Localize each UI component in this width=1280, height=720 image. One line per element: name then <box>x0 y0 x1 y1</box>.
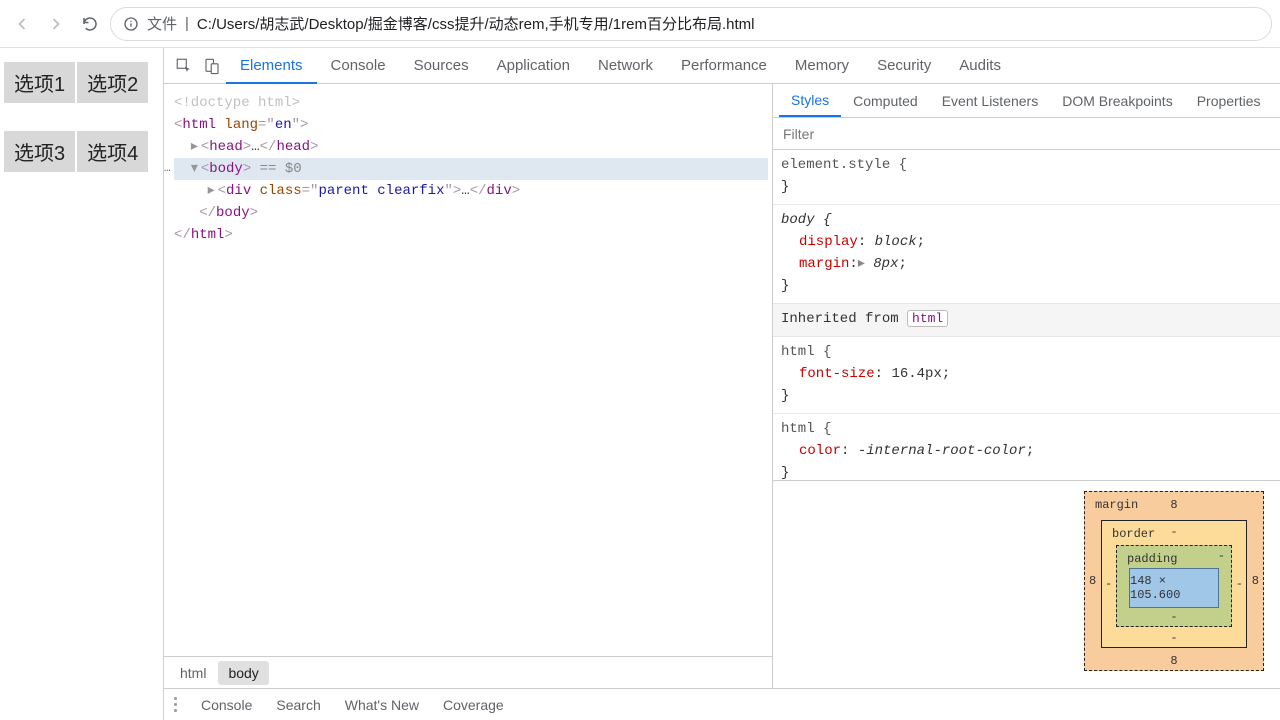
bm-margin-label: margin <box>1095 498 1138 512</box>
selector-html: html { <box>781 341 1272 363</box>
prop-value: 16.4px <box>891 366 941 382</box>
subtab-properties[interactable]: Properties <box>1185 86 1273 116</box>
box-model-pane: margin 8 8 8 8 border - - - - padding <box>773 480 1280 688</box>
drawer-tab-search[interactable]: Search <box>276 697 320 713</box>
tab-network[interactable]: Network <box>584 49 667 82</box>
browser-toolbar: 文件 | C:/Users/胡志武/Desktop/掘金博客/css提升/动态r… <box>0 0 1280 48</box>
bm-border-top: - <box>1170 525 1177 539</box>
subtab-computed[interactable]: Computed <box>841 86 930 116</box>
bm-left: 8 <box>1089 574 1096 588</box>
bm-content: 148 × 105.600 <box>1129 568 1219 608</box>
styles-sub-tabs: Styles Computed Event Listeners DOM Brea… <box>773 84 1280 118</box>
brace: } <box>781 275 1272 297</box>
bm-right: 8 <box>1252 574 1259 588</box>
prop-name: display <box>799 234 858 250</box>
dom-tree[interactable]: <!doctype html> <html lang="en"> ▸<head>… <box>164 84 772 656</box>
devtools-drawer: Console Search What's New Coverage <box>164 688 1280 720</box>
option-cell[interactable]: 选项2 <box>77 62 148 103</box>
inherited-label: Inherited from <box>781 311 907 327</box>
address-bar[interactable]: 文件 | C:/Users/胡志武/Desktop/掘金博客/css提升/动态r… <box>110 7 1272 41</box>
info-icon <box>123 16 139 32</box>
prop-name: font-size <box>799 366 875 382</box>
tab-sources[interactable]: Sources <box>400 49 483 82</box>
bm-padding-label: padding <box>1127 552 1177 566</box>
css-rules[interactable]: element.style { } body { display: block;… <box>773 150 1280 480</box>
option-cell[interactable]: 选项3 <box>4 131 75 172</box>
box-model[interactable]: margin 8 8 8 8 border - - - - padding <box>1084 491 1264 671</box>
styles-pane: Styles Computed Event Listeners DOM Brea… <box>773 84 1280 688</box>
tab-elements[interactable]: Elements <box>226 49 317 84</box>
bm-border-right: - <box>1236 577 1243 591</box>
selector-html: html { <box>781 418 1272 440</box>
styles-filter-input[interactable] <box>773 126 1280 142</box>
reload-button[interactable] <box>76 10 104 38</box>
devtools-panel: Elements Console Sources Application Net… <box>164 48 1280 720</box>
prop-value: 8px <box>873 256 898 272</box>
devtools-main-tabs: Elements Console Sources Application Net… <box>164 48 1280 84</box>
inspect-icon[interactable] <box>170 52 198 80</box>
selector-element-style: element.style { <box>781 154 1272 176</box>
subtab-dom-breakpoints[interactable]: DOM Breakpoints <box>1050 86 1184 116</box>
bm-border-bottom: - <box>1170 631 1177 645</box>
dom-tree-pane: <!doctype html> <html lang="en"> ▸<head>… <box>164 84 773 688</box>
selected-indicator: == $0 <box>251 161 301 177</box>
page-viewport: 选项1 选项2 选项3 选项4 <box>0 48 164 720</box>
subtab-event-listeners[interactable]: Event Listeners <box>930 86 1051 116</box>
brace: } <box>781 462 1272 480</box>
device-toggle-icon[interactable] <box>198 52 226 80</box>
bm-padding-bottom: - <box>1170 610 1177 624</box>
drawer-tab-coverage[interactable]: Coverage <box>443 697 504 713</box>
tab-memory[interactable]: Memory <box>781 49 863 82</box>
selector-body: body { <box>781 209 1272 231</box>
inherited-chip[interactable]: html <box>907 310 948 327</box>
crumb-body[interactable]: body <box>218 661 268 685</box>
bm-border-left: - <box>1105 577 1112 591</box>
bm-padding-top: - <box>1218 549 1225 563</box>
bm-border-label: border <box>1112 527 1155 541</box>
breadcrumb: html body <box>164 656 772 688</box>
tab-console[interactable]: Console <box>317 49 400 82</box>
styles-filter <box>773 118 1280 150</box>
brace: } <box>781 176 1272 198</box>
tab-audits[interactable]: Audits <box>945 49 1015 82</box>
tab-performance[interactable]: Performance <box>667 49 781 82</box>
bm-top: 8 <box>1170 498 1177 512</box>
brace: } <box>781 385 1272 407</box>
tab-security[interactable]: Security <box>863 49 945 82</box>
prop-value: -internal-root-color <box>858 443 1026 459</box>
prop-value: block <box>875 234 917 250</box>
back-button[interactable] <box>8 10 36 38</box>
drawer-tab-console[interactable]: Console <box>201 697 252 713</box>
crumb-html[interactable]: html <box>170 661 216 685</box>
url-text: C:/Users/胡志武/Desktop/掘金博客/css提升/动态rem,手机… <box>197 13 755 34</box>
prop-name: color <box>799 443 841 459</box>
prop-name: margin <box>799 256 849 272</box>
drawer-menu-icon[interactable] <box>174 697 177 712</box>
option-cell[interactable]: 选项1 <box>4 62 75 103</box>
option-cell[interactable]: 选项4 <box>77 131 148 172</box>
bm-bottom: 8 <box>1170 654 1177 668</box>
subtab-styles[interactable]: Styles <box>779 85 841 117</box>
separator: | <box>185 15 189 32</box>
drawer-tab-whatsnew[interactable]: What's New <box>345 697 419 713</box>
subtab-accessibility[interactable]: Accessibility <box>1273 86 1280 116</box>
gutter-dots: … <box>164 158 171 180</box>
tab-application[interactable]: Application <box>483 49 584 82</box>
file-label: 文件 <box>147 13 177 34</box>
forward-button[interactable] <box>42 10 70 38</box>
